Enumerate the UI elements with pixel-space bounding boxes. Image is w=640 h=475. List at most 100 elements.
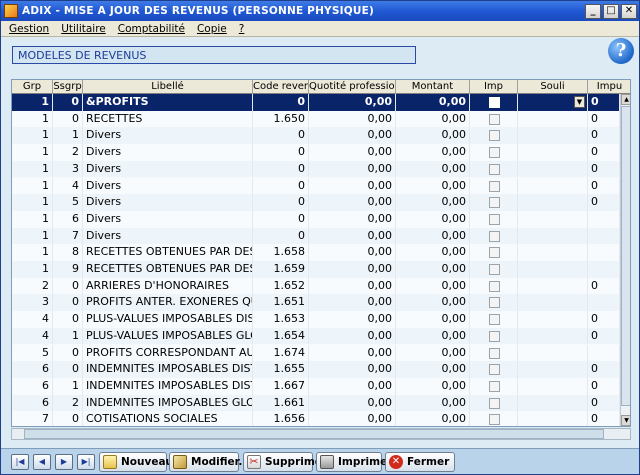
cell-souli[interactable]	[518, 311, 588, 328]
cell-libelle[interactable]: RECETTES	[83, 110, 253, 128]
cell-ssgrp[interactable]: 2	[53, 144, 83, 161]
cell-code[interactable]: 1.652	[253, 277, 309, 295]
nav-last-button[interactable]: ▶|	[77, 454, 95, 470]
cell-code[interactable]: 1.654	[253, 327, 309, 345]
table-row[interactable]: 2 0 ARRIERES D'HONORAIRES 1.652 0,00 0,00 0	[12, 277, 620, 295]
cell-code[interactable]: 0	[253, 94, 309, 111]
cell-grp[interactable]: 6	[12, 394, 53, 412]
cell-ssgrp[interactable]: 0	[53, 361, 83, 378]
cell-code[interactable]: 1.658	[253, 244, 309, 261]
col-header-code-revenu[interactable]: Code revenu	[253, 80, 309, 94]
cell-grp[interactable]: 1	[12, 227, 53, 245]
cell-quotite[interactable]: 0,00	[309, 194, 396, 211]
cell-impu[interactable]: 0	[588, 194, 620, 211]
cell-montant[interactable]: 0,00	[396, 294, 470, 312]
cell-libelle[interactable]: INDEMNITES IMPOSABLES DISTI	[83, 377, 253, 395]
cell-code[interactable]: 0	[253, 227, 309, 245]
table-row[interactable]: 1 2 Divers 0 0,00 0,00 0	[12, 144, 620, 161]
imp-checkbox[interactable]	[489, 230, 500, 242]
cell-impu[interactable]	[588, 261, 620, 278]
imp-checkbox[interactable]	[489, 97, 500, 108]
cell-impu[interactable]: 0	[588, 361, 620, 378]
cell-ssgrp[interactable]: 0	[53, 344, 83, 362]
scroll-up-arrow[interactable]: ▲	[621, 94, 630, 105]
close-window-button[interactable]: ✕	[621, 3, 637, 19]
cell-impu[interactable]: 0	[588, 411, 620, 426]
menu-utilitaire[interactable]: Utilitaire	[61, 23, 106, 35]
imp-checkbox[interactable]	[489, 264, 500, 275]
cell-impu[interactable]: 0	[588, 394, 620, 412]
cell-code[interactable]: 0	[253, 127, 309, 145]
cell-code[interactable]: 0	[253, 194, 309, 211]
cell-libelle[interactable]: ARRIERES D'HONORAIRES	[83, 277, 253, 295]
col-header-libelle[interactable]: Libellé	[83, 80, 253, 94]
cell-ssgrp[interactable]: 0	[53, 110, 83, 128]
cell-libelle[interactable]: COTISATIONS SOCIALES	[83, 411, 253, 426]
delete-button[interactable]: ✂ Supprimer	[243, 452, 327, 472]
cell-montant[interactable]: 0,00	[396, 261, 470, 278]
col-header-quotite[interactable]: Quotité professionnelle	[309, 80, 396, 94]
col-header-montant[interactable]: Montant	[396, 80, 470, 94]
cell-grp[interactable]: 1	[12, 110, 53, 128]
cell-impu[interactable]: 0	[588, 327, 620, 345]
cell-libelle[interactable]: INDEMNITES IMPOSABLES DISTI	[83, 361, 253, 378]
new-button[interactable]: Nouveau...	[99, 452, 185, 472]
cell-quotite[interactable]: 0,00	[309, 294, 396, 312]
table-row[interactable]: 1 0 RECETTES 1.650 0,00 0,00 0	[12, 110, 620, 128]
cell-souli[interactable]	[518, 261, 588, 278]
cell-grp[interactable]: 5	[12, 344, 53, 362]
cell-impu[interactable]	[588, 210, 620, 228]
table-row[interactable]: 1 1 Divers 0 0,00 0,00 0	[12, 127, 620, 145]
cell-ssgrp[interactable]: 0	[53, 294, 83, 312]
cell-code[interactable]: 1.674	[253, 344, 309, 362]
cell-libelle[interactable]: INDEMNITES IMPOSABLES GLOB	[83, 394, 253, 412]
cell-grp[interactable]: 1	[12, 160, 53, 178]
cell-quotite[interactable]: 0,00	[309, 361, 396, 378]
cell-libelle[interactable]: &PROFITS	[83, 94, 253, 111]
cell-montant[interactable]: 0,00	[396, 277, 470, 295]
cell-souli[interactable]	[518, 277, 588, 295]
close-button[interactable]: ✕ Fermer	[385, 452, 455, 472]
souli-dropdown-arrow-icon[interactable]: ▼	[574, 96, 585, 108]
cell-montant[interactable]: 0,00	[396, 194, 470, 211]
cell-quotite[interactable]: 0,00	[309, 327, 396, 345]
cell-grp[interactable]: 7	[12, 411, 53, 426]
cell-code[interactable]: 0	[253, 144, 309, 161]
imp-checkbox[interactable]	[489, 380, 500, 392]
col-header-imp[interactable]: Imp	[470, 80, 518, 94]
col-header-ssgrp[interactable]: Ssgrp	[53, 80, 83, 94]
cell-montant[interactable]: 0,00	[396, 411, 470, 426]
cell-code[interactable]: 1.653	[253, 311, 309, 328]
table-row[interactable]: 6 2 INDEMNITES IMPOSABLES GLOB 1.661 0,00 0,0…	[12, 394, 620, 412]
cell-libelle[interactable]: Divers	[83, 210, 253, 228]
cell-code[interactable]: 1.655	[253, 361, 309, 378]
cell-souli[interactable]	[518, 127, 588, 145]
cell-libelle[interactable]: RECETTES OBTENUES PAR DES	[83, 261, 253, 278]
scroll-thumb[interactable]	[621, 106, 630, 406]
cell-quotite[interactable]: 0,00	[309, 127, 396, 145]
cell-grp[interactable]: 1	[12, 144, 53, 161]
cell-grp[interactable]: 1	[12, 261, 53, 278]
cell-montant[interactable]: 0,00	[396, 394, 470, 412]
col-header-impu[interactable]: Impu	[588, 80, 630, 94]
cell-souli[interactable]	[518, 194, 588, 211]
cell-ssgrp[interactable]: 9	[53, 261, 83, 278]
table-row[interactable]: 1 3 Divers 0 0,00 0,00 0	[12, 160, 620, 178]
print-button[interactable]: Imprimer...	[316, 452, 403, 472]
cell-impu[interactable]	[588, 227, 620, 245]
imp-checkbox[interactable]	[489, 180, 500, 192]
cell-montant[interactable]: 0,00	[396, 110, 470, 128]
cell-souli[interactable]	[518, 110, 588, 128]
cell-impu[interactable]: 0	[588, 94, 620, 111]
table-row[interactable]: 6 0 INDEMNITES IMPOSABLES DISTI 1.655 0,00 0,…	[12, 361, 620, 378]
table-row[interactable]: 4 0 PLUS-VALUES IMPOSABLES DIST 1.653 0,00 0,…	[12, 311, 620, 328]
table-row[interactable]: 1 4 Divers 0 0,00 0,00 0	[12, 177, 620, 195]
title-bar[interactable]: ADIX - MISE A JOUR DES REVENUS (PERSONNE…	[1, 1, 639, 21]
cell-quotite[interactable]: 0,00	[309, 311, 396, 328]
cell-ssgrp[interactable]: 7	[53, 227, 83, 245]
cell-ssgrp[interactable]: 0	[53, 311, 83, 328]
nav-next-button[interactable]: ▶	[55, 454, 73, 470]
cell-quotite[interactable]: 0,00	[309, 160, 396, 178]
cell-quotite[interactable]: 0,00	[309, 144, 396, 161]
cell-souli[interactable]	[518, 344, 588, 362]
